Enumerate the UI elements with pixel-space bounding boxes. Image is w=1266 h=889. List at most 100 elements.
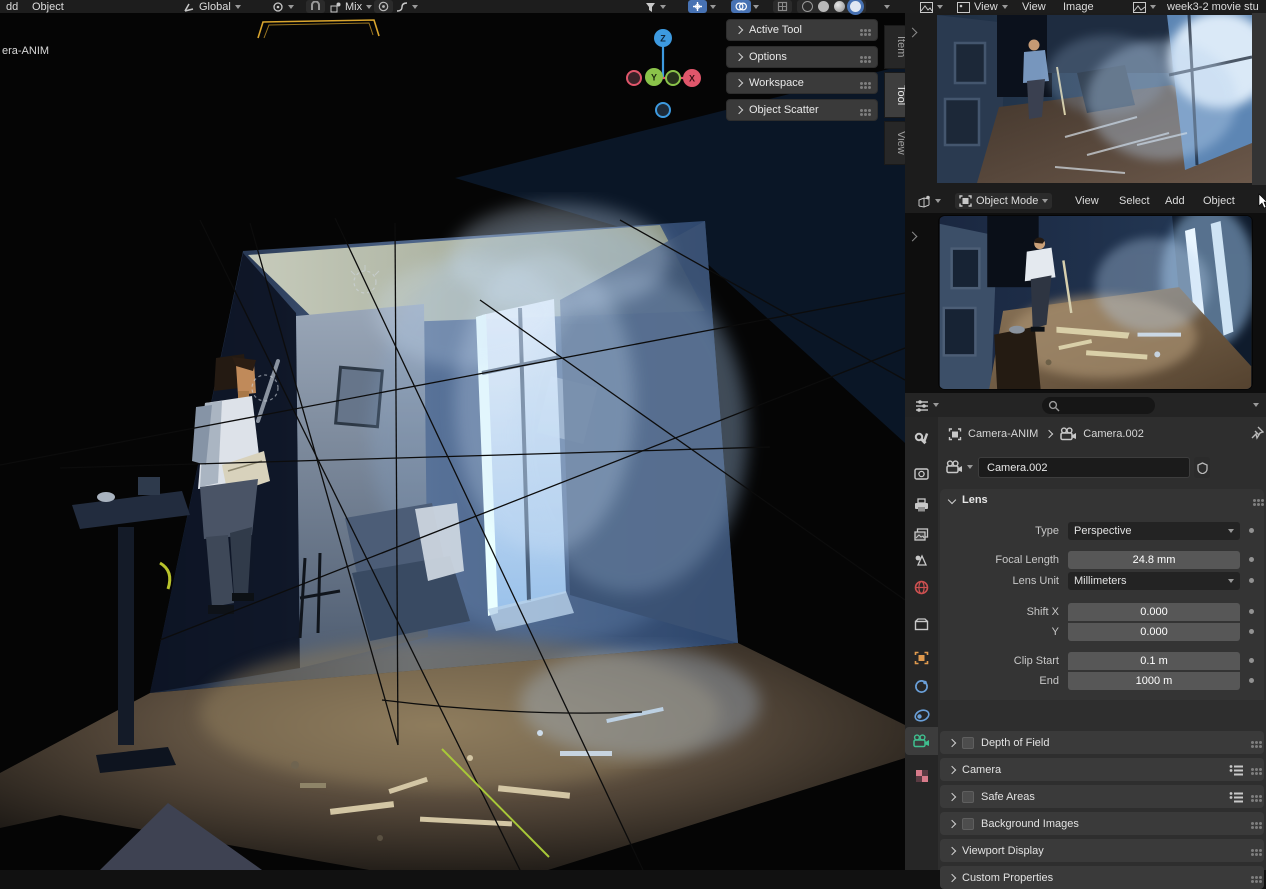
shading-wireframe-icon[interactable]: [802, 1, 813, 12]
tab-render-properties[interactable]: [905, 459, 938, 487]
overlays-dropdown[interactable]: [753, 0, 759, 14]
clip-end-field[interactable]: 1000 m: [1068, 672, 1240, 690]
fake-user-toggle[interactable]: [1194, 457, 1210, 478]
navigation-gizmo[interactable]: Z X Y: [615, 25, 711, 121]
menu-select[interactable]: Select: [1119, 194, 1150, 208]
editor-type-dropdown[interactable]: [915, 398, 939, 412]
pin-icon[interactable]: [1250, 426, 1264, 440]
menu-add[interactable]: dd: [6, 0, 18, 14]
tab-texture-properties[interactable]: [905, 762, 938, 790]
transform-orientation-dropdown[interactable]: Global: [183, 0, 241, 14]
camera-datablock-dropdown[interactable]: [946, 460, 973, 474]
menu-view[interactable]: View: [1022, 0, 1046, 14]
panel-camera[interactable]: Camera: [940, 758, 1264, 781]
preset-list-icon[interactable]: [1229, 791, 1243, 803]
proportional-editing-toggle[interactable]: [374, 0, 393, 13]
editor-type-dropdown[interactable]: [920, 0, 943, 14]
panel-background-images[interactable]: Background Images: [940, 812, 1264, 835]
properties-options-dropdown[interactable]: [1253, 398, 1259, 412]
panel-active-tool[interactable]: Active Tool: [726, 19, 878, 41]
image-datablock-name[interactable]: week3-2 movie stu: [1167, 0, 1259, 14]
drag-grip-icon[interactable]: [860, 56, 863, 59]
tab-constraints-properties[interactable]: [905, 701, 938, 729]
tab-object-properties[interactable]: [905, 644, 938, 672]
animate-dot[interactable]: [1249, 557, 1254, 562]
region-expand-arrow[interactable]: [908, 28, 918, 38]
snap-target-dropdown[interactable]: Mix: [330, 0, 372, 14]
chevron-right-icon: [948, 765, 956, 773]
animate-dot[interactable]: [1249, 629, 1254, 634]
mode-selector[interactable]: Object Mode: [955, 193, 1052, 209]
drag-grip-icon[interactable]: [1251, 849, 1254, 852]
shading-dropdown[interactable]: [884, 0, 890, 14]
lens-type-select[interactable]: Perspective: [1068, 522, 1240, 540]
region-expand-arrow[interactable]: [908, 232, 918, 242]
lens-panel-header[interactable]: Lens: [940, 489, 1264, 511]
snap-toggle[interactable]: [306, 0, 325, 13]
animate-dot[interactable]: [1249, 578, 1254, 583]
image-editor-area[interactable]: [905, 13, 1266, 190]
datablock-name-input[interactable]: Camera.002: [978, 457, 1190, 478]
safe-areas-checkbox[interactable]: [962, 791, 974, 803]
tab-world-properties[interactable]: [905, 573, 938, 601]
properties-search-input[interactable]: [1042, 397, 1155, 414]
pivot-point-dropdown[interactable]: [272, 0, 294, 14]
animate-dot[interactable]: [1249, 658, 1254, 663]
menu-view[interactable]: View: [1075, 194, 1099, 208]
tab-physics-properties[interactable]: [905, 672, 938, 700]
shading-solid-icon[interactable]: [818, 1, 829, 12]
main-3d-viewport[interactable]: era-ANIM Z X Y: [0, 13, 905, 870]
clip-start-field[interactable]: 0.1 m: [1068, 652, 1240, 670]
camera-viewport-area[interactable]: [905, 213, 1266, 393]
drag-grip-icon[interactable]: [1251, 822, 1254, 825]
shift-x-field[interactable]: 0.000: [1068, 603, 1240, 621]
image-datablock-dropdown[interactable]: [1133, 0, 1156, 14]
shading-rendered-icon[interactable]: [850, 1, 861, 12]
tab-view-layer-properties[interactable]: [905, 520, 938, 548]
drag-grip-icon[interactable]: [1251, 741, 1254, 744]
editor-type-dropdown[interactable]: [917, 194, 941, 208]
show-gizmo-toggle[interactable]: [688, 0, 707, 13]
lens-unit-select[interactable]: Millimeters: [1068, 572, 1240, 590]
tab-collection-properties[interactable]: [905, 610, 938, 638]
drag-grip-icon[interactable]: [860, 29, 863, 32]
shift-y-field[interactable]: 0.000: [1068, 623, 1240, 641]
tab-tool-properties[interactable]: [905, 425, 938, 453]
depth-of-field-checkbox[interactable]: [962, 737, 974, 749]
gizmo-dropdown[interactable]: [710, 0, 716, 14]
preset-list-icon[interactable]: [1229, 764, 1243, 776]
animate-dot[interactable]: [1249, 609, 1254, 614]
panel-options[interactable]: Options: [726, 46, 878, 68]
tab-scene-properties[interactable]: [905, 546, 938, 574]
panel-safe-areas[interactable]: Safe Areas: [940, 785, 1264, 808]
background-images-checkbox[interactable]: [962, 818, 974, 830]
menu-object[interactable]: Object: [1203, 194, 1235, 208]
panel-workspace[interactable]: Workspace: [726, 72, 878, 94]
panel-object-scatter[interactable]: Object Scatter: [726, 99, 878, 121]
menu-add[interactable]: Add: [1165, 194, 1185, 208]
shading-material-icon[interactable]: [834, 1, 845, 12]
menu-object[interactable]: Object: [32, 0, 64, 14]
tab-output-properties[interactable]: [905, 491, 938, 519]
show-overlays-toggle[interactable]: [731, 0, 751, 13]
drag-grip-icon[interactable]: [860, 109, 863, 112]
panel-depth-of-field[interactable]: Depth of Field: [940, 731, 1264, 754]
drag-grip-icon[interactable]: [1251, 768, 1254, 771]
drag-grip-icon[interactable]: [1251, 876, 1254, 879]
xray-toggle[interactable]: [773, 0, 792, 13]
breadcrumb-data[interactable]: Camera.002: [1083, 428, 1144, 440]
object-filter-dropdown[interactable]: [645, 0, 666, 14]
falloff-dropdown[interactable]: [396, 0, 418, 14]
drag-grip-icon[interactable]: [860, 82, 863, 85]
drag-grip-icon[interactable]: [1251, 795, 1254, 798]
animate-dot[interactable]: [1249, 528, 1254, 533]
focal-length-field[interactable]: 24.8 mm: [1068, 551, 1240, 569]
menu-image[interactable]: Image: [1063, 0, 1094, 14]
drag-grip-icon[interactable]: [1253, 499, 1256, 502]
tab-object-data-properties[interactable]: [905, 727, 938, 755]
image-view-dropdown[interactable]: View: [957, 0, 1008, 14]
breadcrumb-object[interactable]: Camera-ANIM: [968, 428, 1038, 440]
panel-viewport-display[interactable]: Viewport Display: [940, 839, 1264, 862]
animate-dot[interactable]: [1249, 678, 1254, 683]
panel-custom-properties[interactable]: Custom Properties: [940, 866, 1264, 889]
